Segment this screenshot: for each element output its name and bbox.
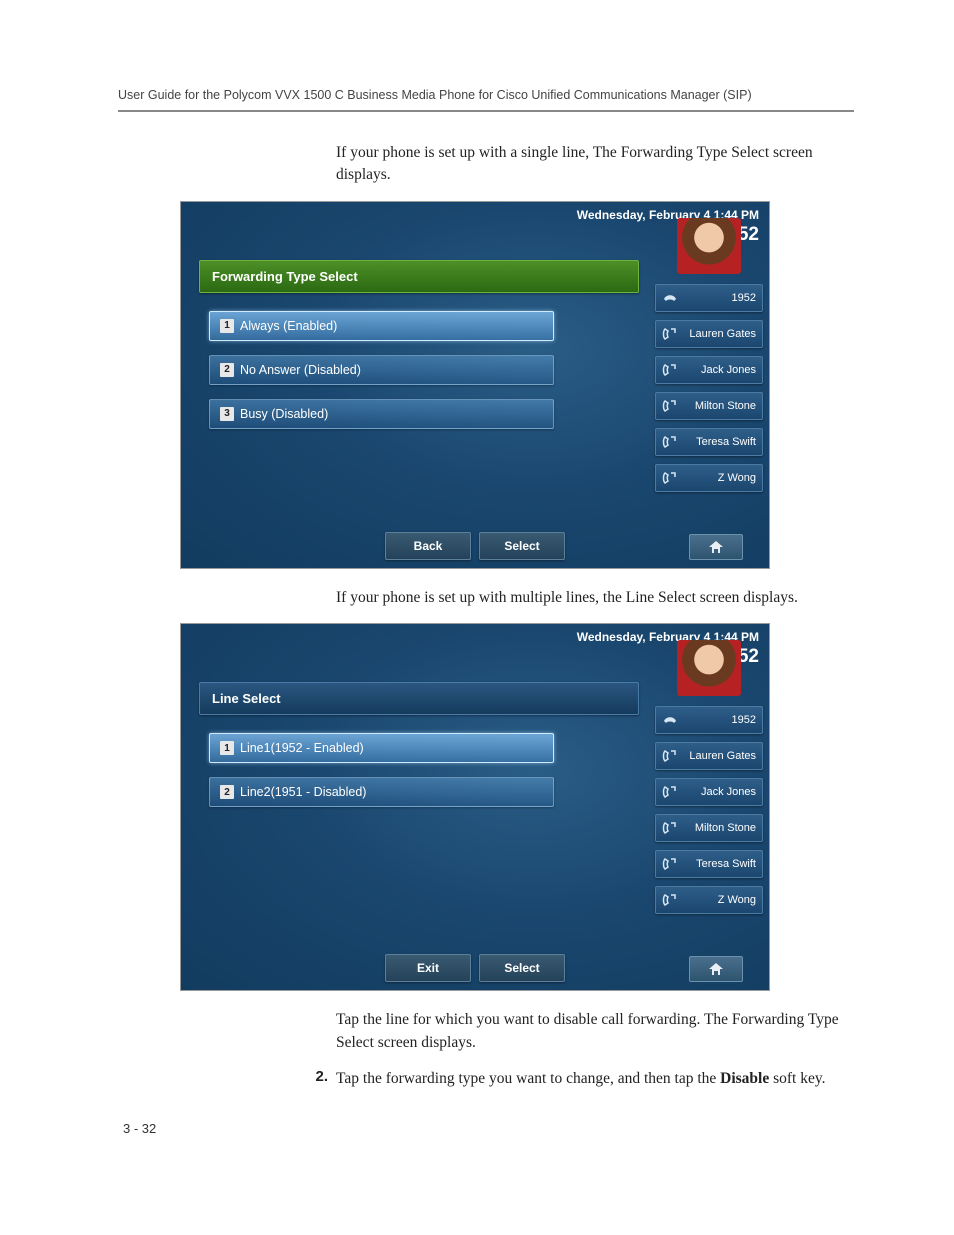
softkey-back[interactable]: Back	[385, 532, 471, 560]
speed-dial-label: Jack Jones	[683, 364, 756, 376]
item-number-badge: 1	[220, 741, 234, 755]
item-label: Busy (Disabled)	[240, 407, 328, 421]
speed-dial-label: Z Wong	[683, 894, 756, 906]
item-number-badge: 1	[220, 319, 234, 333]
handset-icon	[662, 471, 678, 485]
handset-icon	[662, 821, 678, 835]
handset-icon	[662, 327, 678, 341]
softkey-select[interactable]: Select	[479, 532, 565, 560]
list-item[interactable]: 1 Always (Enabled)	[209, 311, 554, 341]
speed-dial-key[interactable]: Milton Stone	[655, 392, 763, 420]
item-number-badge: 3	[220, 407, 234, 421]
speed-dial-key[interactable]: Lauren Gates	[655, 320, 763, 348]
screen-title-bar: Forwarding Type Select	[199, 260, 639, 293]
speed-dial-label: Teresa Swift	[683, 858, 756, 870]
phone-line-icon	[662, 713, 678, 727]
paragraph: Tap the line for which you want to disab…	[336, 1009, 854, 1054]
speed-dial-key[interactable]: Teresa Swift	[655, 428, 763, 456]
screenshot-line-select: Wednesday, February 4 1:44 PM 1952 Line …	[180, 623, 770, 991]
speed-dial-label: Teresa Swift	[683, 436, 756, 448]
speed-dial-key[interactable]: Teresa Swift	[655, 850, 763, 878]
page-number: 3 - 32	[123, 1121, 854, 1136]
step-number: 2.	[310, 1068, 336, 1090]
item-label: No Answer (Disabled)	[240, 363, 361, 377]
item-label: Line1(1952 - Enabled)	[240, 741, 364, 755]
avatar	[677, 218, 741, 274]
item-number-badge: 2	[220, 785, 234, 799]
item-label: Always (Enabled)	[240, 319, 337, 333]
line-key[interactable]: 1952	[655, 706, 763, 734]
home-icon	[707, 961, 725, 977]
speed-dial-key[interactable]: Jack Jones	[655, 356, 763, 384]
speed-dial-label: Milton Stone	[683, 822, 756, 834]
list-item[interactable]: 1 Line1(1952 - Enabled)	[209, 733, 554, 763]
list-item[interactable]: 2 No Answer (Disabled)	[209, 355, 554, 385]
softkey-select[interactable]: Select	[479, 954, 565, 982]
numbered-step: 2. Tap the forwarding type you want to c…	[310, 1068, 854, 1090]
line-key[interactable]: 1952	[655, 284, 763, 312]
paragraph: If your phone is set up with a single li…	[336, 142, 854, 187]
list-item[interactable]: 2 Line2(1951 - Disabled)	[209, 777, 554, 807]
line-key-label: 1952	[683, 292, 756, 304]
phone-line-icon	[662, 291, 678, 305]
handset-icon	[662, 749, 678, 763]
handset-icon	[662, 785, 678, 799]
item-label: Line2(1951 - Disabled)	[240, 785, 366, 799]
handset-icon	[662, 399, 678, 413]
speed-dial-label: Lauren Gates	[683, 750, 756, 762]
handset-icon	[662, 857, 678, 871]
line-key-label: 1952	[683, 714, 756, 726]
speed-dial-label: Z Wong	[683, 472, 756, 484]
speed-dial-key[interactable]: Z Wong	[655, 886, 763, 914]
speed-dial-key[interactable]: Jack Jones	[655, 778, 763, 806]
handset-icon	[662, 363, 678, 377]
item-number-badge: 2	[220, 363, 234, 377]
step-text: Tap the forwarding type you want to chan…	[336, 1068, 825, 1090]
screenshot-forwarding-type-select: Wednesday, February 4 1:44 PM 1952 Forwa…	[180, 201, 770, 569]
running-header: User Guide for the Polycom VVX 1500 C Bu…	[118, 88, 854, 112]
home-icon	[707, 539, 725, 555]
list-item[interactable]: 3 Busy (Disabled)	[209, 399, 554, 429]
home-button[interactable]	[689, 956, 743, 982]
avatar	[677, 640, 741, 696]
speed-dial-label: Milton Stone	[683, 400, 756, 412]
speed-dial-label: Lauren Gates	[683, 328, 756, 340]
speed-dial-key[interactable]: Z Wong	[655, 464, 763, 492]
handset-icon	[662, 893, 678, 907]
speed-dial-key[interactable]: Lauren Gates	[655, 742, 763, 770]
handset-icon	[662, 435, 678, 449]
speed-dial-key[interactable]: Milton Stone	[655, 814, 763, 842]
screen-title-bar: Line Select	[199, 682, 639, 715]
paragraph: If your phone is set up with multiple li…	[336, 587, 854, 609]
softkey-exit[interactable]: Exit	[385, 954, 471, 982]
home-button[interactable]	[689, 534, 743, 560]
speed-dial-label: Jack Jones	[683, 786, 756, 798]
